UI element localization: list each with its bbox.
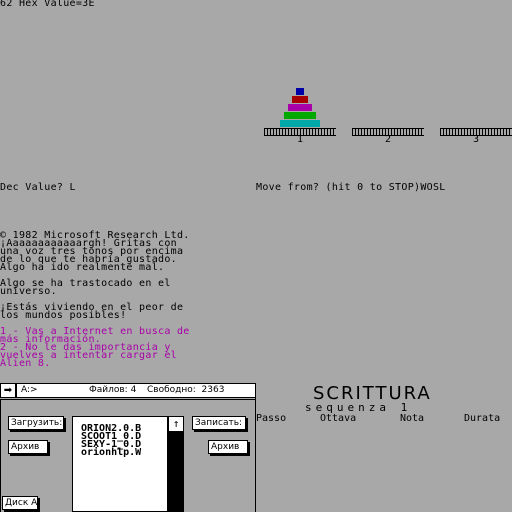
column-durata: Durata (464, 413, 501, 424)
column-passo: Passo (256, 413, 287, 424)
file-manager-panel: ➡ A:> Файлов: 4 Свободно: 2363 Загрузить… (0, 383, 256, 512)
archive-left-button[interactable]: Архив (8, 440, 48, 454)
disk-a-button[interactable]: Диск А (2, 496, 38, 510)
free-space: Свободно: 2363 (147, 385, 225, 395)
column-ottava: Ottava (320, 413, 357, 424)
drive-path: A:> (21, 385, 38, 395)
save-button[interactable]: Записать: (192, 416, 246, 430)
hanoi-disk-5 (280, 120, 320, 127)
hanoi-peg-label-2: 2 (385, 134, 392, 145)
file-list-scrollbar[interactable]: ↑ (168, 416, 184, 512)
hanoi-disk-2 (292, 96, 308, 103)
hanoi-peg-label-3: 3 (473, 134, 480, 145)
divider (0, 399, 1, 512)
scroll-up-icon[interactable]: ↑ (169, 417, 183, 433)
archive-right-button[interactable]: Архив (208, 440, 248, 454)
message-line: los mundos posibles! (0, 310, 127, 321)
hanoi-peg-label-1: 1 (297, 134, 304, 145)
file-list[interactable]: ORION2.0.B SCOOT1_0.D SEXY-1_0.D orionhl… (72, 416, 168, 512)
message-line: Algo ha ido realmente mal. (0, 262, 165, 273)
hanoi-disk-3 (288, 104, 312, 111)
hanoi-disk-1 (296, 88, 304, 95)
column-nota: Nota (400, 413, 425, 424)
option-line: Alien 8. (0, 358, 51, 369)
dec-value-prompt: Dec Value? L (0, 182, 76, 193)
list-item[interactable]: orionhlp.W (81, 448, 141, 458)
message-line: universo. (0, 286, 57, 297)
hex-value-line: 62 Hex Value=3E (0, 0, 95, 9)
load-button[interactable]: Загрузить: (8, 416, 64, 430)
scrittura-subtitle: sequenza 1 (305, 401, 412, 414)
move-from-prompt: Move from? (hit 0 to STOP)WOSL (256, 182, 446, 193)
hanoi-disk-4 (284, 112, 316, 119)
arrow-right-icon[interactable]: ➡ (1, 384, 17, 397)
files-count: Файлов: 4 (89, 385, 137, 395)
file-manager-status-bar: ➡ A:> Файлов: 4 Свободно: 2363 (0, 383, 256, 398)
divider (0, 399, 256, 400)
